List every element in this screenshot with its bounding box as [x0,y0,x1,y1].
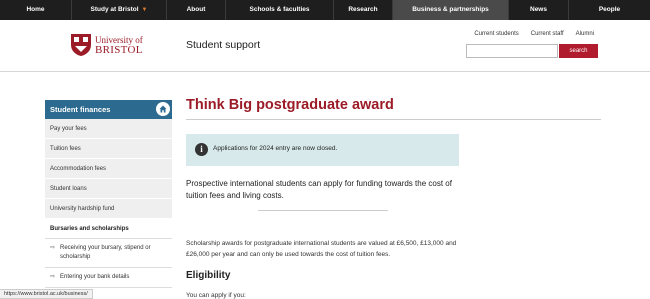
nav-people[interactable]: People [569,0,650,20]
sidebar-item-student-loans[interactable]: Student loans [45,179,172,199]
arrow-right-icon: ⇨ [50,245,56,251]
crest-icon [71,34,91,56]
sidebar-item-pay-your-fees[interactable]: Pay your fees [45,119,172,139]
home-icon[interactable] [156,102,170,116]
intro-paragraph: Prospective international students can a… [186,179,452,200]
search-button[interactable]: search [559,44,598,58]
page-title: Think Big postgraduate award [186,97,394,113]
nav-business-partnerships[interactable]: Business & partnerships [393,0,509,20]
nav-news[interactable]: News [509,0,569,20]
search-input[interactable] [466,44,558,58]
link-alumni[interactable]: Alumni [576,31,594,37]
nav-research[interactable]: Research [334,0,393,20]
utility-links: Current students Current staff Alumni [474,31,594,37]
sidebar-subitem-label: Entering your bank details [60,274,130,280]
sidebar-subitem-receiving-bursary[interactable]: ⇨ Receiving your bursary, stipend or sch… [45,239,172,268]
eligibility-intro: You can apply if you: [186,292,246,299]
arrow-right-icon: ⇨ [50,274,56,280]
award-value-paragraph: Scholarship awards for postgraduate inte… [186,240,457,258]
logo-wordmark: University of BRISTOL [95,35,143,56]
nav-home[interactable]: Home [0,0,72,20]
chevron-down-icon: ▼ [141,7,148,13]
link-current-students[interactable]: Current students [474,31,518,37]
nav-study-label: Study at Bristol [90,6,139,13]
eligibility-heading: Eligibility [186,270,231,281]
sidebar-item-bursaries-scholarships[interactable]: Bursaries and scholarships [45,219,172,239]
logo-line-2: BRISTOL [95,44,143,56]
sidebar-item-hardship-fund[interactable]: University hardship fund [45,199,172,219]
nav-schools-faculties[interactable]: Schools & faculties [226,0,334,20]
section-divider [258,210,388,211]
sidebar-subitem-bank-details[interactable]: ⇨ Entering your bank details [45,268,172,288]
sidebar-item-tuition-fees[interactable]: Tuition fees [45,139,172,159]
info-icon: i [195,143,208,156]
link-current-staff[interactable]: Current staff [531,31,564,37]
sidebar-heading[interactable]: Student finances [45,100,172,119]
sidebar-heading-label: Student finances [50,105,111,114]
title-divider [186,119,601,120]
nav-about[interactable]: About [167,0,226,20]
sidebar-navigation: Student finances Pay your fees Tuition f… [45,100,172,288]
closed-notice: i Applications for 2024 entry are now cl… [186,134,459,166]
site-title[interactable]: Student support [186,39,260,51]
university-logo[interactable]: University of BRISTOL [70,33,143,57]
top-navigation: Home Study at Bristol ▼ About Schools & f… [0,0,650,20]
sidebar-subitem-label: Receiving your bursary, stipend or schol… [60,245,151,260]
site-header: University of BRISTOL Student support Cu… [0,20,650,72]
sidebar-item-accommodation-fees[interactable]: Accommodation fees [45,159,172,179]
link-status-bar: https://www.bristol.ac.uk/business/ [0,289,93,299]
nav-study-at-bristol[interactable]: Study at Bristol ▼ [72,0,167,20]
notice-text: Applications for 2024 entry are now clos… [213,145,338,152]
